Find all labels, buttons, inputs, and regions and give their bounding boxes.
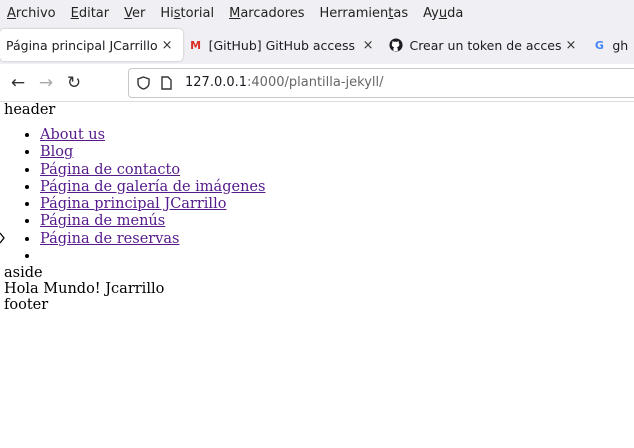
menu-marcadores[interactable]: Marcadores — [229, 6, 304, 21]
link-galeria[interactable]: Página de galería de imágenes — [40, 179, 265, 195]
menu-archivo-label: rchivo — [15, 5, 56, 21]
menu-marcadores-label: arcadores — [240, 5, 305, 21]
link-reservas[interactable]: Página de reservas — [40, 231, 179, 247]
list-item: Página de reservas — [40, 231, 634, 248]
nav-link-list: About us Blog Página de contacto Página … — [4, 127, 634, 265]
menu-ver-accel: V — [124, 5, 133, 21]
menu-historial[interactable]: Historial — [160, 6, 214, 21]
tab-label: gh — [612, 37, 629, 53]
menu-herramientas[interactable]: Herramientas — [320, 6, 409, 21]
link-contacto[interactable]: Página de contacto — [40, 162, 180, 178]
list-item: Página de contacto — [40, 162, 634, 179]
list-item-empty — [40, 248, 634, 265]
menu-marcadores-accel: M — [229, 5, 241, 21]
page-header: header — [4, 102, 56, 118]
list-item: About us — [40, 127, 634, 144]
close-icon[interactable]: × — [561, 38, 580, 53]
menu-archivo[interactable]: Archivo — [7, 6, 56, 21]
menu-archivo-accel: A — [7, 5, 16, 21]
menu-historial-accel: s — [173, 5, 181, 21]
tab-label: [GitHub] GitHub access t — [208, 37, 359, 53]
menu-ver-label: er — [132, 5, 146, 21]
shield-icon[interactable] — [137, 75, 153, 90]
forward-arrow-icon[interactable]: → — [32, 73, 60, 93]
link-blog[interactable]: Blog — [40, 144, 73, 160]
menu-editar[interactable]: Editar — [71, 6, 110, 21]
menu-editar-accel: E — [70, 5, 79, 21]
back-arrow-icon[interactable]: ← — [4, 73, 32, 93]
link-menus[interactable]: Página de menús — [40, 213, 165, 229]
tab-label: Página principal JCarrillo — [6, 37, 158, 53]
tab-label: Crear un token de acceso — [409, 37, 562, 53]
page-aside: aside — [4, 265, 43, 282]
tab-bar: Página principal JCarrillo × M [GitHub] … — [0, 26, 634, 64]
menu-ayuda-pre: Ay — [423, 5, 439, 21]
menu-historial-label: torial — [180, 5, 215, 21]
gmail-icon: M — [190, 38, 202, 52]
url-host: 127.0.0.1 — [185, 75, 248, 90]
google-icon: G — [594, 38, 604, 52]
menu-herramientas-pre: Herramien — [319, 5, 389, 21]
tab-pagina-principal[interactable]: Página principal JCarrillo × — [0, 29, 183, 61]
close-icon[interactable]: × — [158, 38, 177, 53]
page-main: Hola Mundo! Jcarrillo — [4, 281, 165, 298]
tab-github-access[interactable]: M [GitHub] GitHub access t × — [183, 29, 384, 61]
page-footer: footer — [4, 297, 49, 314]
github-icon — [389, 38, 404, 52]
menu-ayuda[interactable]: Ayuda — [423, 6, 463, 21]
tab-crear-token[interactable]: Crear un token de acceso × — [383, 29, 586, 61]
page-icon[interactable] — [161, 75, 177, 90]
list-item: Página principal JCarrillo — [40, 196, 634, 213]
list-item: Blog — [40, 144, 634, 161]
menu-ayuda-label: da — [447, 5, 464, 21]
url-path: :4000/plantilla-jekyll/ — [247, 75, 384, 90]
link-principal[interactable]: Página principal JCarrillo — [40, 196, 226, 212]
menu-ver[interactable]: Ver — [124, 6, 145, 21]
close-icon[interactable]: × — [359, 38, 378, 53]
menu-bar: Archivo Editar Ver Historial Marcadores … — [0, 0, 634, 26]
url-bar[interactable]: 127.0.0.1:4000/plantilla-jekyll/ — [128, 67, 634, 98]
mouse-cursor-icon — [0, 230, 6, 244]
menu-ayuda-accel: u — [438, 5, 448, 21]
menu-historial-pre: Hi — [160, 5, 174, 21]
list-item: Página de galería de imágenes — [40, 179, 634, 196]
page-content: header About us Blog Página de contacto … — [0, 102, 634, 313]
navigation-bar: ← → ↻ 127.0.0.1:4000/plantilla-jekyll/ — [0, 64, 634, 102]
reload-icon[interactable]: ↻ — [60, 73, 88, 93]
menu-herramientas-label: as — [393, 5, 409, 21]
link-about-us[interactable]: About us — [40, 127, 105, 143]
list-item: Página de menús — [40, 213, 634, 230]
menu-editar-label: ditar — [78, 5, 110, 21]
tab-google[interactable]: G gh — [586, 29, 634, 61]
